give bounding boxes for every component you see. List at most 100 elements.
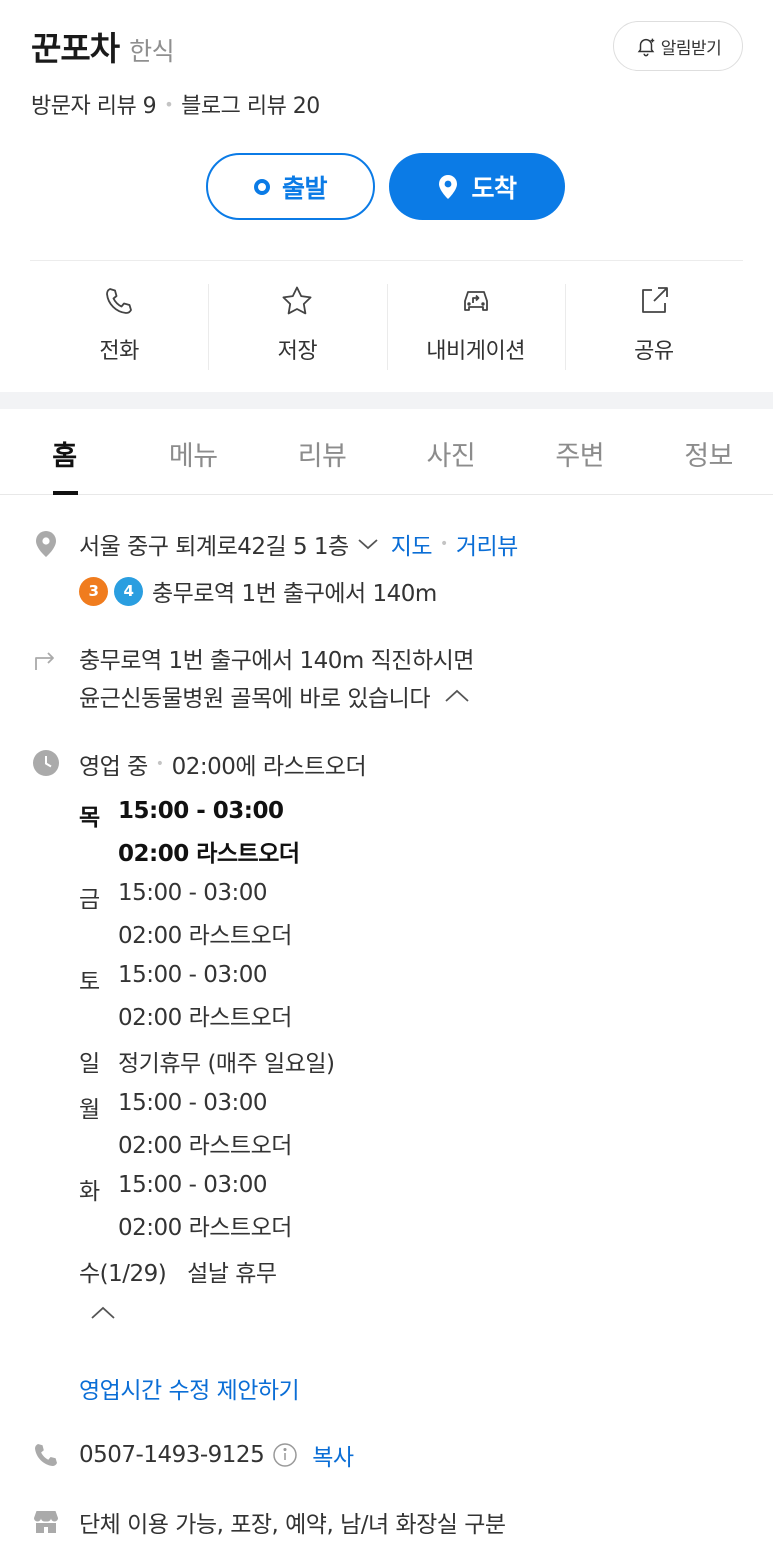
subway-distance-text: 충무로역 1번 출구에서 140m: [152, 581, 437, 607]
directions-line1: 충무로역 1번 출구에서 140m 직진하시면: [79, 648, 474, 674]
hours-day: 일: [79, 1051, 100, 1077]
hours-note-row: 02:00 라스트오더: [79, 1126, 292, 1172]
route-start-button[interactable]: 출발: [206, 153, 375, 220]
subway-row: 3 4 충무로역 1번 출구에서 140m: [79, 574, 437, 608]
hours-day: 월: [79, 1097, 100, 1123]
separator-dot: •: [440, 536, 448, 552]
phone-icon: [106, 288, 133, 314]
alarm-label: 알림받기: [660, 38, 722, 59]
tab-review[interactable]: 리뷰: [258, 409, 387, 494]
tab-home[interactable]: 홈: [0, 409, 129, 494]
hours-note-row: 02:00 라스트오더: [79, 834, 300, 880]
directions-line2: 윤근신동물병원 골목에 바로 있습니다: [79, 686, 431, 712]
hours-day: 금: [79, 887, 100, 913]
store-icon: [34, 1511, 58, 1533]
tab-info[interactable]: 정보: [644, 409, 773, 494]
visitor-review-link[interactable]: 방문자 리뷰 9: [31, 88, 157, 120]
hours-time: 15:00 - 03:00: [118, 880, 268, 906]
start-dot-icon: [253, 178, 270, 195]
route-start-label: 출발: [281, 173, 328, 203]
hours-row: 월 15:00 - 03:00: [79, 1090, 277, 1126]
hours-note-row: 02:00 라스트오더: [79, 916, 292, 962]
review-row: 방문자 리뷰 9 • 블로그 리뷰 20: [31, 88, 320, 120]
hours-row: 목 15:00 - 03:00: [79, 798, 284, 834]
copy-button[interactable]: 복사: [312, 1438, 354, 1472]
hours-note-row: 02:00 라스트오더: [79, 1208, 292, 1254]
hours-row: 화 15:00 - 03:00: [79, 1172, 277, 1208]
suggest-hours-edit-link[interactable]: 영업시간 수정 제안하기: [79, 1371, 300, 1405]
active-tab-indicator: [53, 491, 78, 495]
hours-row: 일 정기휴무 (매주 일요일): [79, 1044, 335, 1090]
section-gap: [0, 392, 773, 409]
action-save-label: 저장: [277, 339, 318, 364]
map-link[interactable]: 지도: [391, 527, 433, 561]
action-share[interactable]: 공유: [564, 284, 743, 370]
street-view-link[interactable]: 거리뷰: [456, 527, 518, 561]
hours-time: 정기휴무 (매주 일요일): [118, 1051, 335, 1077]
star-icon: [282, 286, 312, 315]
phone-number[interactable]: 0507-1493-9125: [79, 1442, 265, 1468]
alarm-button[interactable]: 알림받기: [613, 21, 743, 71]
route-end-button[interactable]: 도착: [389, 153, 565, 220]
hours-note: 02:00 라스트오더: [118, 1133, 292, 1159]
hours-day: 목: [79, 805, 100, 831]
separator-dot: •: [164, 94, 174, 114]
hours-day: 토: [79, 969, 100, 995]
address-row: 서울 중구 퇴계로42길 5 1층 지도 • 거리뷰: [79, 527, 518, 561]
hours-row: 수(1/29) 설날 휴무: [79, 1254, 277, 1290]
car-navigation-icon: [463, 291, 488, 311]
action-navigation-label: 내비게이션: [426, 339, 525, 364]
place-category: 한식: [129, 37, 175, 66]
place-header: 꾼포차 한식 알림받기 방문자 리뷰 9 • 블로그 리뷰 20 출발 도착 전…: [0, 0, 773, 392]
hours-list: 목 15:00 - 03:00 02:00 라스트오더 금 15:00 - 03…: [79, 798, 335, 1290]
action-call[interactable]: 전화: [30, 284, 208, 370]
action-save[interactable]: 저장: [208, 284, 386, 370]
info-circle-icon[interactable]: [272, 1442, 298, 1468]
hours-note: 02:00 라스트오더: [118, 1215, 292, 1241]
action-share-label: 공유: [634, 339, 674, 364]
tab-photo[interactable]: 사진: [386, 409, 515, 494]
hours-row: 토 15:00 - 03:00: [79, 962, 277, 998]
share-icon: [641, 287, 668, 313]
hours-time: 15:00 - 03:00: [118, 1090, 268, 1116]
hours-note-row: 02:00 라스트오더: [79, 998, 292, 1044]
action-bar: 전화 저장 내비게이션 공유: [30, 284, 743, 370]
hours-note: 02:00 라스트오더: [118, 841, 300, 867]
subway-line-4-badge: 4: [114, 576, 143, 606]
subway-line-3-badge: 3: [79, 576, 108, 606]
tab-menu[interactable]: 메뉴: [129, 409, 258, 494]
hours-time: 15:00 - 03:00: [118, 798, 284, 824]
location-pin-icon: [439, 174, 458, 199]
action-navigation[interactable]: 내비게이션: [386, 284, 565, 370]
title-row: 꾼포차 한식: [31, 22, 175, 70]
hours-time: 15:00 - 03:00: [118, 962, 268, 988]
hours-row: 금 15:00 - 03:00: [79, 880, 277, 916]
tab-bar: 홈 메뉴 리뷰 사진 주변 정보: [0, 409, 773, 495]
tab-nearby[interactable]: 주변: [515, 409, 644, 494]
business-status-row: 영업 중 • 02:00에 라스트오더: [79, 747, 367, 781]
address-text: 서울 중구 퇴계로42길 5 1층: [79, 534, 349, 560]
chevron-up-icon[interactable]: [90, 1305, 116, 1321]
turn-arrow-icon: [35, 652, 54, 670]
last-order-text: 02:00에 라스트오더: [171, 754, 367, 780]
phone-icon: [35, 1444, 57, 1466]
hours-day: 화: [79, 1179, 100, 1205]
hours-day: 수(1/29): [79, 1261, 167, 1287]
hours-time: 설날 휴무: [187, 1261, 277, 1287]
divider: [30, 260, 743, 261]
route-buttons: 출발 도착: [0, 153, 773, 220]
business-status: 영업 중: [79, 754, 148, 780]
blog-review-link[interactable]: 블로그 리뷰 20: [181, 88, 320, 120]
separator-dot: •: [155, 756, 164, 772]
phone-row: 0507-1493-9125 복사: [79, 1438, 354, 1472]
hours-note: 02:00 라스트오더: [118, 923, 292, 949]
hours-time: 15:00 - 03:00: [118, 1172, 268, 1198]
route-end-label: 도착: [471, 173, 517, 203]
action-call-label: 전화: [99, 339, 139, 364]
chevron-up-icon[interactable]: [444, 688, 470, 704]
directions-line2-row: 윤근신동물병원 골목에 바로 있습니다: [79, 679, 470, 713]
location-pin-icon: [36, 531, 56, 557]
facilities-text: 단체 이용 가능, 포장, 예약, 남/녀 화장실 구분: [79, 1512, 506, 1538]
bell-plus-icon: [637, 38, 655, 57]
chevron-down-icon[interactable]: [357, 537, 379, 551]
